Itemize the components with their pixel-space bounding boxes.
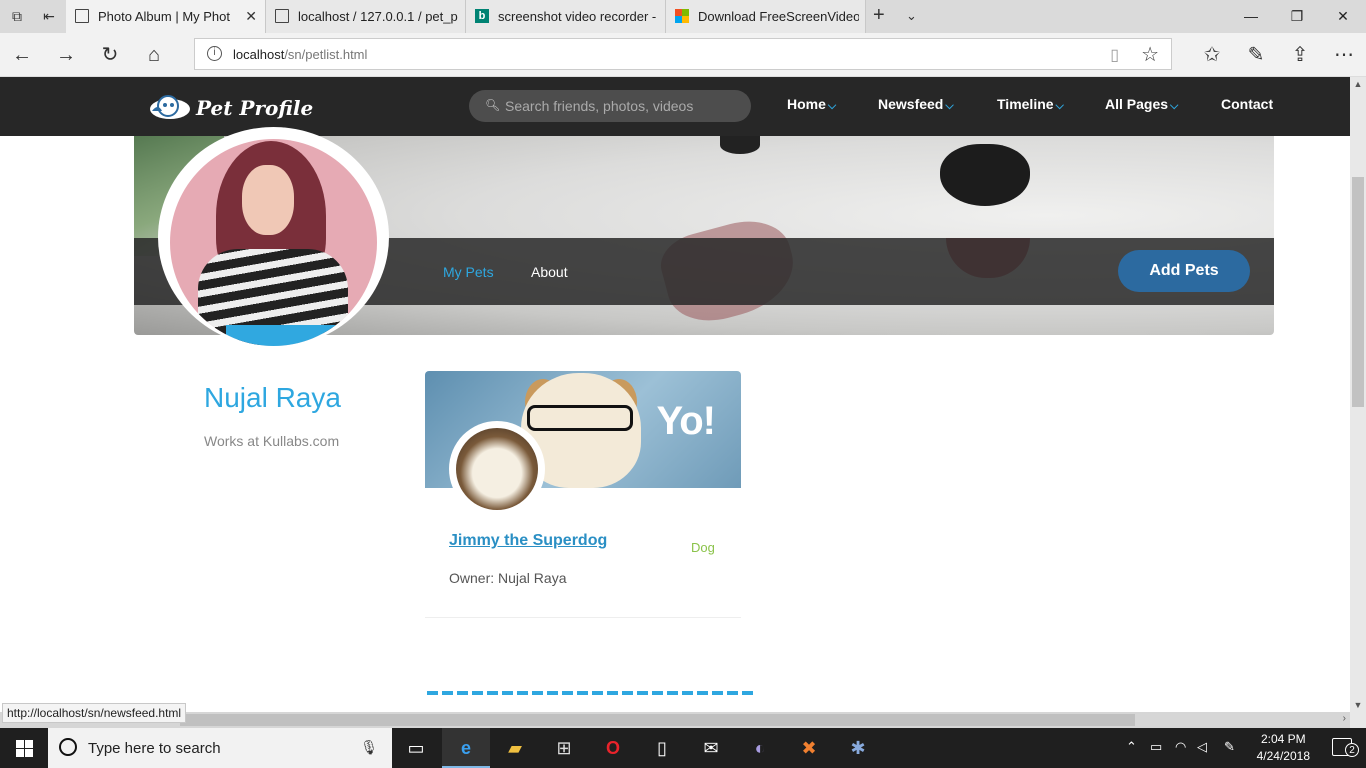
taskbar-search[interactable]: Type here to search 🎙︎ (48, 728, 392, 768)
wifi-icon[interactable]: ◠ (1175, 739, 1186, 755)
close-window-icon[interactable]: ✕ (1320, 0, 1366, 33)
tab-about[interactable]: About (531, 264, 568, 280)
taskbar-search-placeholder: Type here to search (88, 740, 221, 757)
pet-avatar[interactable] (449, 421, 545, 517)
add-pets-button[interactable]: Add Pets (1118, 250, 1250, 292)
browser-tab-localhost[interactable]: localhost / 127.0.0.1 / pet_p (266, 0, 466, 33)
pet-type: Dog (691, 540, 715, 555)
task-view-icon[interactable]: ▭ (392, 728, 440, 768)
horizontal-scrollbar[interactable]: › (0, 712, 1350, 728)
nav-contact[interactable]: Contact (1221, 96, 1273, 112)
horizontal-scroll-thumb[interactable] (180, 714, 1135, 726)
page-icon (75, 9, 89, 23)
profile-work: Works at Kullabs.com (204, 433, 340, 449)
tab-title: screenshot video recorder - (498, 9, 657, 24)
scroll-right-icon[interactable]: › (1343, 713, 1346, 724)
vertical-scroll-thumb[interactable] (1352, 177, 1364, 407)
minimize-icon[interactable]: — (1228, 0, 1274, 33)
loading-indicator (427, 691, 755, 695)
nav-home[interactable]: Home ⌵ (787, 96, 836, 113)
microsoft-icon (675, 9, 689, 23)
profile-name: Nujal Raya (204, 382, 341, 413)
browser-tab-strip: ⧉ ⇤ Photo Album | My Phot ✕ localhost / … (0, 0, 1366, 33)
chevron-down-icon: ⌵ (1055, 100, 1064, 112)
pet-owner: Owner: Nujal Raya (449, 570, 567, 586)
web-note-icon[interactable]: ✎ (1242, 41, 1270, 69)
browser-tab-freescreenvideo[interactable]: Download FreeScreenVideo (666, 0, 866, 33)
nav-timeline[interactable]: Timeline ⌵ (997, 96, 1064, 113)
action-center-icon[interactable]: 2 (1332, 738, 1359, 757)
vertical-scrollbar[interactable]: ▲ ▼ (1350, 77, 1366, 712)
mail-icon[interactable]: ✉ (687, 728, 735, 768)
show-hidden-icons-icon[interactable]: ⌃ (1126, 739, 1137, 755)
share-icon[interactable]: ⇪ (1286, 41, 1314, 69)
store-icon[interactable]: ⊞ (540, 728, 588, 768)
system-clock[interactable]: 2:04 PM 4/24/2018 (1257, 731, 1310, 765)
browser-tab-bing[interactable]: b screenshot video recorder - (466, 0, 666, 33)
file-explorer-icon[interactable]: ▰ (491, 728, 539, 768)
new-tab-icon[interactable]: + (873, 0, 885, 33)
nav-all-pages[interactable]: All Pages ⌵ (1105, 96, 1178, 113)
pet-logo-icon (150, 95, 190, 119)
notepad-icon[interactable]: ▯ (638, 728, 686, 768)
close-tab-icon[interactable]: ✕ (245, 0, 257, 33)
more-icon[interactable]: ⋯ (1330, 41, 1358, 69)
torrent-icon[interactable]: ◐ (736, 728, 784, 768)
chevron-down-icon: ⌵ (945, 100, 954, 112)
browser-toolbar: ← → ↻ ⌂ i localhost/sn/petlist.html ▯ ☆ … (0, 33, 1366, 77)
refresh-icon[interactable]: ↻ (96, 41, 124, 69)
search-input[interactable] (505, 96, 741, 116)
windows-taskbar: Type here to search 🎙︎ ▭ e ▰ ⊞ O ▯ ✉ ◐ ✖… (0, 728, 1366, 768)
favorites-hub-icon[interactable]: ✩ (1198, 41, 1226, 69)
clock-date: 4/24/2018 (1256, 749, 1310, 763)
scroll-up-icon[interactable]: ▲ (1350, 79, 1366, 89)
start-button[interactable] (0, 728, 48, 768)
home-icon[interactable]: ⌂ (140, 41, 168, 69)
bing-icon: b (475, 9, 489, 23)
forward-icon[interactable]: → (52, 41, 80, 69)
brand-name: Pet Profile (196, 96, 314, 120)
tab-preview-icon[interactable]: ⧉ (6, 6, 28, 26)
address-text: localhost/sn/petlist.html (233, 47, 368, 62)
restore-icon[interactable]: ❐ (1274, 0, 1320, 33)
scroll-down-icon[interactable]: ▼ (1350, 700, 1366, 710)
pet-card: Yo! Jimmy the Superdog Dog Owner: Nujal … (425, 371, 741, 618)
address-bar[interactable]: i localhost/sn/petlist.html ▯ ☆ (194, 38, 1172, 70)
cortana-icon (59, 738, 77, 756)
chevron-down-icon: ⌵ (827, 100, 837, 112)
notification-count: 2 (1345, 743, 1359, 757)
favorite-star-icon[interactable]: ☆ (1141, 42, 1159, 67)
pet-name-link[interactable]: Jimmy the Superdog (449, 532, 607, 550)
tab-my-pets[interactable]: My Pets (443, 264, 494, 280)
pen-icon[interactable]: ✎ (1224, 739, 1235, 755)
tab-title: Download FreeScreenVideo (698, 9, 859, 24)
battery-icon[interactable]: ▭ (1150, 739, 1162, 755)
xampp-icon[interactable]: ✖ (785, 728, 833, 768)
nav-newsfeed[interactable]: Newsfeed ⌵ (878, 96, 954, 113)
chevron-down-icon[interactable]: ⌄ (906, 0, 917, 33)
page-icon (275, 9, 289, 23)
search-icon: 🔍︎ (485, 98, 501, 112)
site-info-icon[interactable]: i (207, 46, 222, 61)
site-header: Pet Profile 🔍︎ Home⌵ Newsfeed⌵ Timeline⌵… (0, 77, 1350, 136)
volume-icon[interactable]: ◁ (1197, 739, 1207, 755)
set-tabs-aside-icon[interactable]: ⇤ (38, 6, 60, 26)
back-icon[interactable]: ← (8, 41, 36, 69)
edge-icon[interactable]: e (442, 728, 490, 768)
tab-title: Photo Album | My Phot (98, 9, 230, 24)
reading-view-icon[interactable]: ▯ (1110, 45, 1119, 65)
status-url: http://localhost/sn/newsfeed.html (2, 703, 187, 723)
tab-title: localhost / 127.0.0.1 / pet_p (298, 9, 458, 24)
pet-cover-text: Yo! (656, 399, 716, 443)
microphone-icon[interactable]: 🎙︎ (360, 739, 378, 756)
browser-tab-photo-album[interactable]: Photo Album | My Phot ✕ (66, 0, 266, 33)
opera-icon[interactable]: O (589, 728, 637, 768)
site-search[interactable]: 🔍︎ (469, 90, 751, 122)
profile-avatar[interactable] (158, 127, 389, 347)
chevron-down-icon: ⌵ (1170, 100, 1179, 112)
paint-icon[interactable]: ✱ (834, 728, 882, 768)
clock-time: 2:04 PM (1260, 732, 1306, 746)
